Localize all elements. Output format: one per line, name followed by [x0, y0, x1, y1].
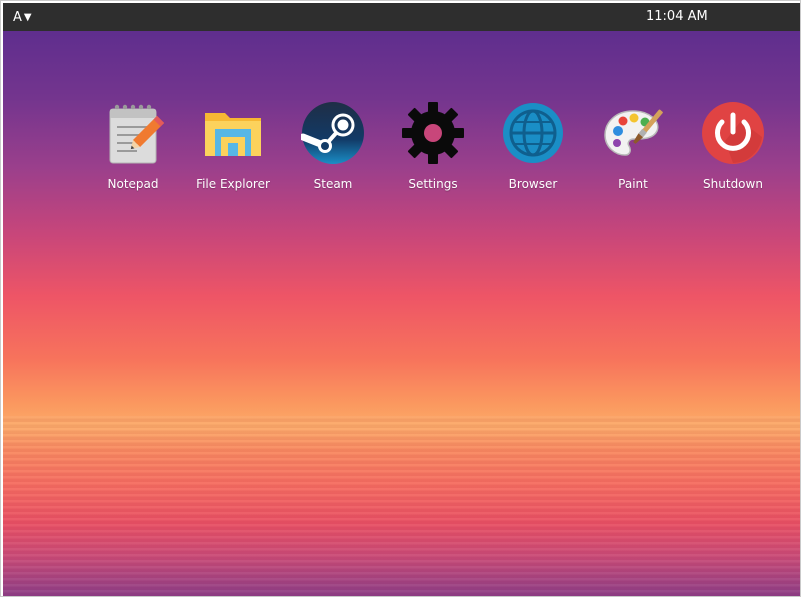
app-settings[interactable]: Settings — [383, 101, 483, 191]
app-label: Browser — [508, 177, 558, 191]
user-menu-button[interactable]: A ▼ — [13, 9, 32, 27]
clock: 11:04 AM — [646, 9, 708, 24]
app-label: Notepad — [107, 177, 159, 191]
palette-icon — [601, 101, 665, 165]
app-paint[interactable]: Paint — [583, 101, 683, 191]
app-label: Shutdown — [703, 177, 763, 191]
app-shutdown[interactable]: Shutdown — [683, 101, 783, 191]
desktop: Notepad File Explorer Steam Settings Bro… — [3, 31, 800, 596]
chevron-down-icon: ▼ — [23, 12, 32, 23]
user-menu-label: A — [13, 10, 22, 25]
notepad-icon — [101, 101, 165, 165]
top-bar: A ▼ 11:04 AM — [3, 3, 800, 31]
globe-icon — [501, 101, 565, 165]
folder-icon — [201, 101, 265, 165]
app-label: Paint — [618, 177, 648, 191]
app-notepad[interactable]: Notepad — [83, 101, 183, 191]
app-file-explorer[interactable]: File Explorer — [183, 101, 283, 191]
app-label: File Explorer — [196, 177, 270, 191]
power-icon — [701, 101, 765, 165]
app-label: Steam — [313, 177, 353, 191]
screen-frame: A ▼ 11:04 AM Notepad File Explorer Steam… — [0, 0, 801, 597]
app-browser[interactable]: Browser — [483, 101, 583, 191]
app-steam[interactable]: Steam — [283, 101, 383, 191]
gear-icon — [401, 101, 465, 165]
steam-icon — [299, 101, 365, 165]
app-label: Settings — [408, 177, 458, 191]
